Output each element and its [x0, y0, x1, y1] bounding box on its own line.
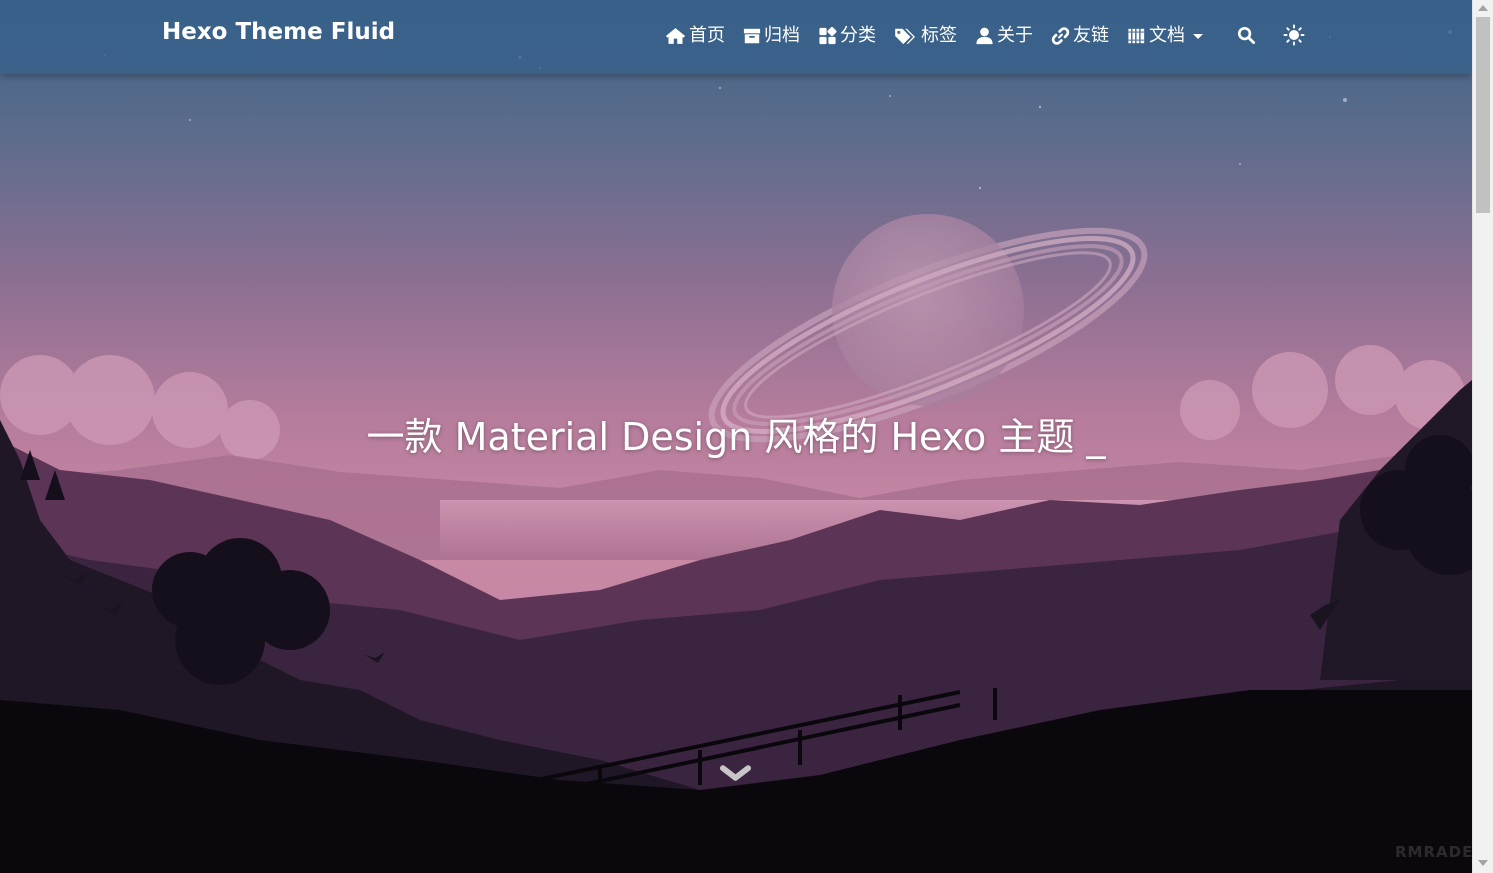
nav-item-links[interactable]: 友链 — [1051, 25, 1109, 47]
categories-icon — [819, 27, 837, 45]
nav-item-docs[interactable]: 文档 — [1127, 25, 1203, 47]
browser-page: Hexo Theme Fluid 首页 归档 分类 标签 关于 友链 文档 一款… — [0, 0, 1493, 873]
archive-icon — [743, 28, 761, 44]
sun-icon — [1283, 24, 1305, 46]
search-button[interactable] — [1237, 26, 1256, 49]
page-viewport: Hexo Theme Fluid 首页 归档 分类 标签 关于 友链 文档 一款… — [0, 0, 1472, 873]
search-icon — [1237, 26, 1256, 45]
nav-label-home: 首页 — [689, 25, 725, 46]
watermark: RMRADE — [1395, 843, 1472, 861]
scrollbar-thumb[interactable] — [1476, 17, 1490, 213]
scroll-down-button[interactable] — [720, 764, 751, 788]
site-brand[interactable]: Hexo Theme Fluid — [162, 19, 395, 45]
tags-icon — [895, 28, 915, 45]
navbar: Hexo Theme Fluid 首页 归档 分类 标签 关于 友链 文档 — [0, 0, 1472, 74]
nav-label-archive: 归档 — [764, 25, 800, 46]
nav-label-about: 关于 — [997, 25, 1033, 46]
nav-menu: 首页 归档 分类 标签 关于 友链 文档 — [665, 24, 1221, 48]
nav-item-about[interactable]: 关于 — [975, 25, 1033, 47]
scroll-down-arrow-icon[interactable] — [1478, 860, 1488, 866]
home-icon — [665, 28, 686, 44]
color-scheme-toggle[interactable] — [1283, 24, 1305, 50]
nav-item-home[interactable]: 首页 — [665, 25, 725, 47]
hero-slogan: 一款 Material Design 风格的 Hexo 主题 _ — [366, 415, 1106, 459]
nav-label-tags: 标签 — [921, 25, 957, 46]
user-icon — [976, 27, 993, 45]
nav-label-links: 友链 — [1073, 25, 1109, 46]
docs-icon — [1128, 28, 1145, 44]
dropdown-caret-icon — [1193, 33, 1203, 39]
nav-item-categories[interactable]: 分类 — [818, 25, 876, 47]
link-icon — [1051, 27, 1070, 45]
nav-label-categories: 分类 — [840, 25, 876, 46]
nav-item-archive[interactable]: 归档 — [743, 25, 800, 47]
scroll-up-arrow-icon[interactable] — [1478, 5, 1488, 11]
nav-label-docs: 文档 — [1149, 25, 1185, 46]
nav-item-tags[interactable]: 标签 — [894, 25, 957, 47]
chevron-down-icon — [720, 765, 751, 781]
vertical-scrollbar[interactable] — [1472, 0, 1493, 873]
